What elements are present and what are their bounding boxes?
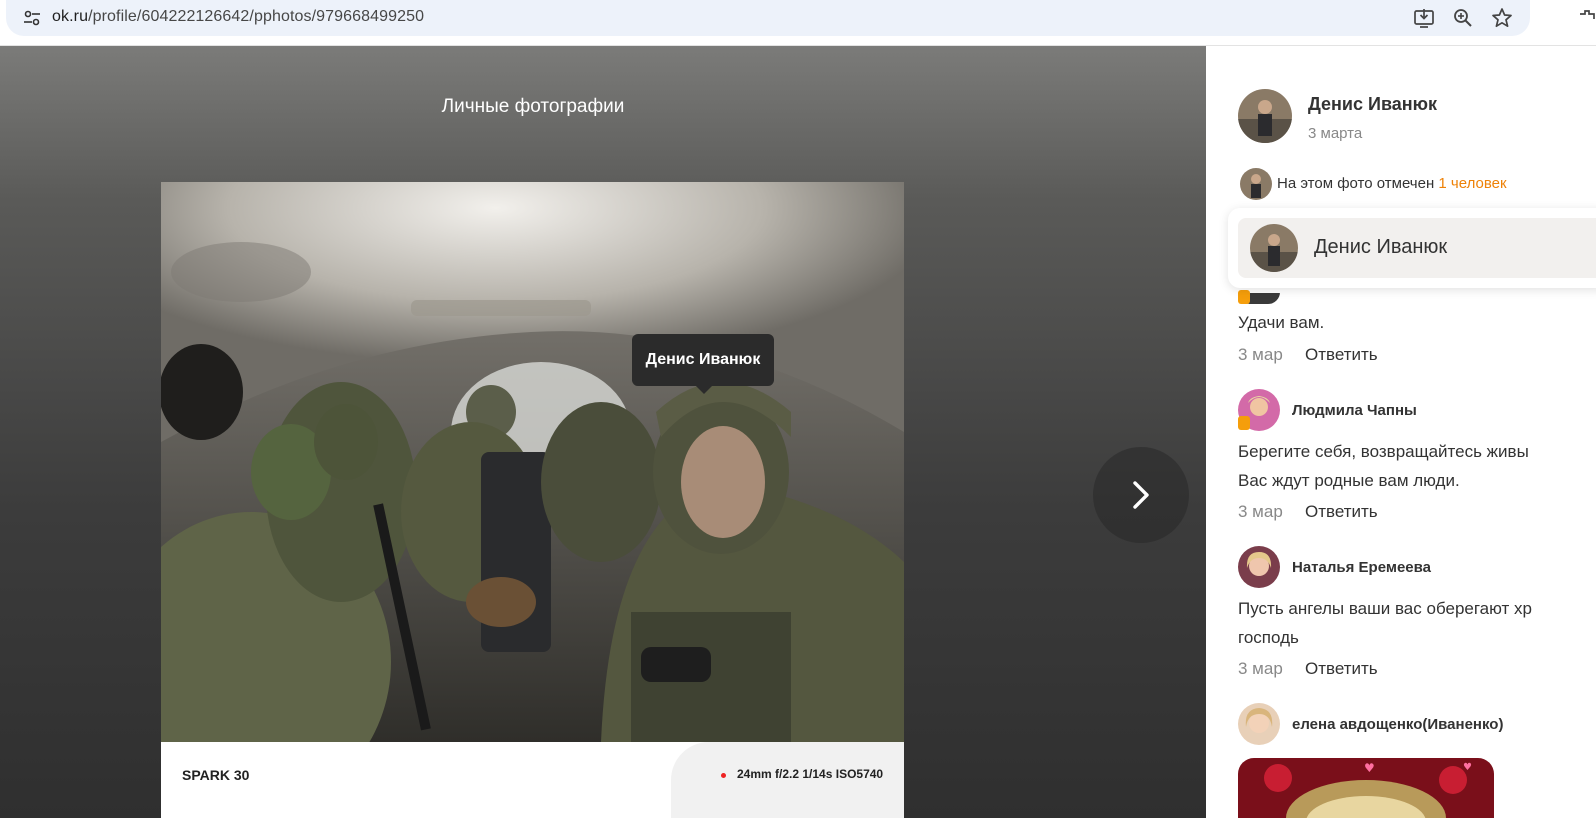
tagged-people-popup: Денис Иванюк xyxy=(1228,208,1596,288)
comment-author[interactable]: Наталья Еремеева xyxy=(1292,559,1431,576)
comment-date: 3 мар xyxy=(1238,502,1283,521)
reply-button[interactable]: Ответить xyxy=(1305,659,1378,679)
photo-tag-tooltip[interactable]: Денис Иванюк xyxy=(632,334,774,394)
album-title[interactable]: Личные фотографии xyxy=(0,96,1066,118)
comment-text: Вас ждут родные вам люди. xyxy=(1238,471,1460,490)
exif-dot-icon xyxy=(721,773,726,778)
zoom-icon[interactable] xyxy=(1451,6,1475,30)
comment-author[interactable]: Людмила Чапны xyxy=(1292,402,1417,419)
exif-info: 24mm f/2.2 1/14s ISO5740 xyxy=(671,742,904,818)
comment-avatar[interactable] xyxy=(1238,703,1280,745)
tagged-person-avatar[interactable] xyxy=(1240,168,1272,200)
comment-sticker: ♥ ♥ xyxy=(1238,758,1494,818)
comment-text: Удачи вам. xyxy=(1238,313,1325,332)
reply-button[interactable]: Ответить xyxy=(1305,345,1378,365)
tagged-prefix: На этом фото отмечен xyxy=(1277,175,1435,192)
site-settings-icon[interactable] xyxy=(22,8,42,28)
photo-viewer: Личные фотографии Денис Иванюк SPARK 30 … xyxy=(0,46,1206,818)
browser-toolbar: ok.ru/profile/604222126642/pphotos/97966… xyxy=(0,0,1596,46)
tagged-person-avatar xyxy=(1250,224,1298,272)
address-bar[interactable]: ok.ru/profile/604222126642/pphotos/97966… xyxy=(6,0,1530,36)
url-text[interactable]: ok.ru/profile/604222126642/pphotos/97966… xyxy=(52,8,424,26)
comment-text: Берегите себя, возвращайтесь живы xyxy=(1238,442,1529,461)
author-name[interactable]: Денис Иванюк xyxy=(1308,94,1437,115)
exif-text: 24mm f/2.2 1/14s ISO5740 xyxy=(737,767,884,781)
photo[interactable] xyxy=(161,182,904,742)
author-date: 3 марта xyxy=(1308,125,1363,142)
photo-sidebar: Денис Иванюк 3 марта На этом фото отмече… xyxy=(1206,46,1596,818)
svg-text:♥: ♥ xyxy=(1364,761,1375,775)
comment-author[interactable]: елена авдощенко(Иваненко) xyxy=(1292,716,1503,733)
tagged-person-item[interactable]: Денис Иванюк xyxy=(1238,218,1596,278)
tagged-people-text: На этом фото отмечен 1 человек xyxy=(1277,175,1507,192)
camera-model: SPARK 30 xyxy=(182,767,250,783)
install-app-icon[interactable] xyxy=(1412,6,1436,30)
comment-text: господь xyxy=(1238,628,1299,647)
tagged-person-name: Денис Иванюк xyxy=(1314,236,1448,258)
badge-icon xyxy=(1238,290,1250,304)
next-photo-button[interactable] xyxy=(1093,447,1189,543)
comment-text: Пусть ангелы ваши вас оберегают хр xyxy=(1238,599,1532,618)
photo-image xyxy=(161,182,904,742)
svg-text:♥: ♥ xyxy=(1463,762,1472,773)
badge-icon xyxy=(1238,416,1250,430)
extensions-icon[interactable] xyxy=(1576,6,1596,30)
url-host: ok.ru xyxy=(52,8,89,25)
reply-button[interactable]: Ответить xyxy=(1305,502,1378,522)
comment-avatar[interactable] xyxy=(1238,546,1280,588)
comment-date: 3 мар xyxy=(1238,345,1283,364)
author-avatar[interactable] xyxy=(1238,89,1292,143)
chevron-right-icon xyxy=(1133,481,1149,509)
tagged-people-link[interactable]: 1 человек xyxy=(1438,175,1506,192)
url-path: /profile/604222126642/pphotos/9796684992… xyxy=(88,8,425,25)
exif-bar: SPARK 30 24mm f/2.2 1/14s ISO5740 xyxy=(161,742,904,818)
comment-date: 3 мар xyxy=(1238,659,1283,678)
bookmark-star-icon[interactable] xyxy=(1490,6,1514,30)
